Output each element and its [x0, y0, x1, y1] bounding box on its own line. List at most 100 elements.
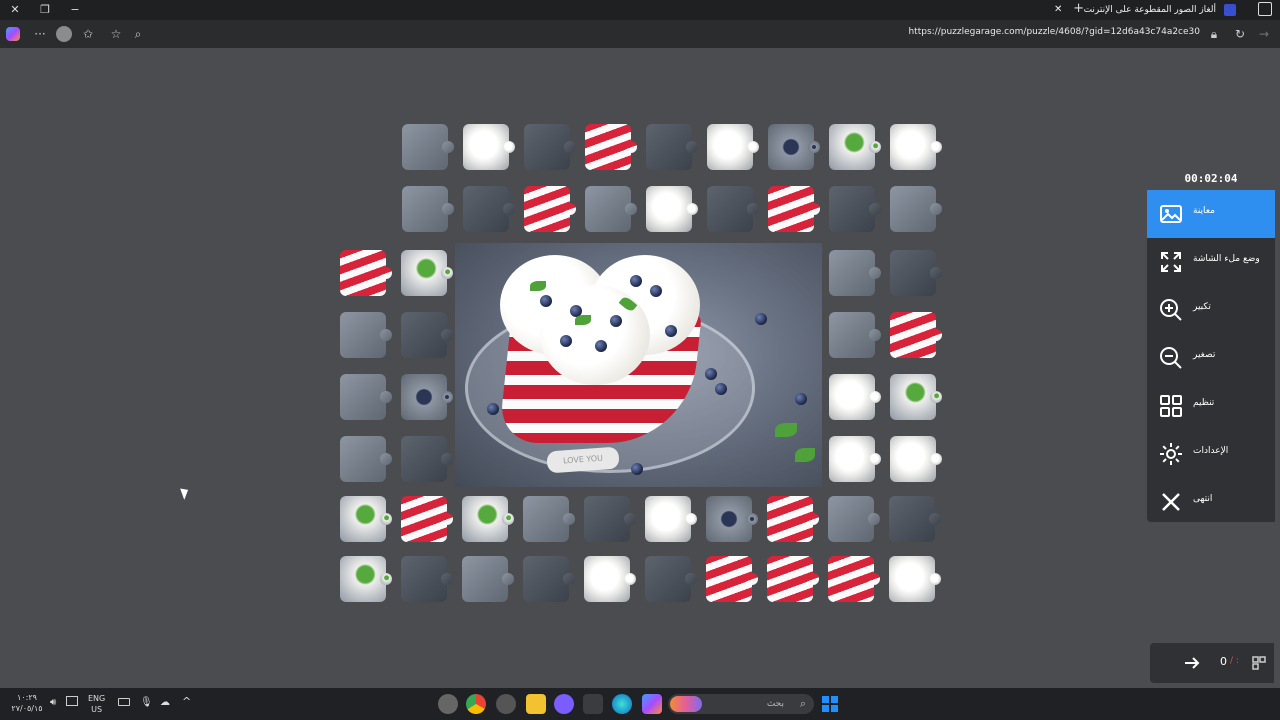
puzzle-piece[interactable] [584, 496, 636, 542]
puzzle-piece[interactable] [340, 436, 392, 482]
puzzle-piece[interactable] [890, 436, 942, 482]
puzzle-piece[interactable] [889, 496, 941, 542]
window-restore-icon[interactable]: ❐ [36, 2, 54, 18]
puzzle-piece[interactable] [462, 496, 514, 542]
puzzle-piece[interactable] [340, 250, 392, 296]
puzzle-piece[interactable] [646, 186, 698, 232]
puzzle-piece[interactable] [707, 186, 759, 232]
url-text[interactable]: https://puzzlegarage.com/puzzle/4608/?gi… [908, 27, 1200, 37]
microphone-icon[interactable]: 🎙︎ [140, 697, 153, 708]
windows-start-icon[interactable] [820, 694, 840, 714]
refresh-icon[interactable]: ↻ [1232, 26, 1248, 42]
puzzle-piece[interactable] [829, 250, 881, 296]
puzzle-piece[interactable] [889, 556, 941, 602]
cloud-icon[interactable]: ☁ [160, 697, 170, 708]
pieces-icon[interactable] [1252, 656, 1266, 670]
chevron-up-icon[interactable]: ^ [182, 695, 191, 708]
chrome-icon[interactable] [466, 694, 486, 714]
search-icon[interactable]: ⌕ [130, 26, 146, 42]
puzzle-piece[interactable] [584, 556, 636, 602]
tab-close-icon[interactable]: ✕ [1054, 1, 1062, 19]
puzzle-piece[interactable] [340, 496, 392, 542]
puzzle-piece[interactable] [463, 124, 515, 170]
clock-time: ١٠:٢٩ [17, 693, 37, 702]
puzzle-piece[interactable] [890, 186, 942, 232]
search-highlight-icon [670, 696, 702, 712]
puzzle-piece[interactable] [524, 124, 576, 170]
arrange-button[interactable]: تنظيم [1147, 382, 1275, 430]
more-options-icon[interactable]: ··· [32, 26, 48, 42]
puzzle-piece[interactable] [828, 496, 880, 542]
puzzle-piece[interactable] [768, 186, 820, 232]
browser-tab[interactable]: ✕ ألغاز الصور المقطوعة على الإنترنت [1048, 1, 1238, 19]
store-icon[interactable] [583, 694, 603, 714]
language-indicator[interactable]: ENG US [88, 693, 105, 715]
edge-icon[interactable] [612, 694, 632, 714]
puzzle-piece[interactable] [829, 312, 881, 358]
puzzle-piece[interactable] [401, 436, 453, 482]
fullscreen-button[interactable]: وضع ملء الشاشة [1147, 238, 1275, 286]
puzzle-piece[interactable] [768, 124, 820, 170]
grid-icon [1160, 395, 1182, 417]
puzzle-piece[interactable] [890, 312, 942, 358]
puzzle-piece[interactable] [585, 124, 637, 170]
puzzle-piece[interactable] [340, 312, 392, 358]
app-icon[interactable] [496, 694, 516, 714]
puzzle-piece[interactable] [706, 556, 758, 602]
copilot-icon[interactable] [6, 27, 20, 41]
puzzle-piece[interactable] [402, 124, 454, 170]
file-explorer-icon[interactable] [526, 694, 546, 714]
profile-avatar[interactable] [56, 26, 72, 42]
puzzle-piece[interactable] [462, 556, 514, 602]
favorite-star-icon[interactable]: ☆ [108, 26, 124, 42]
finish-button[interactable]: انتهى [1147, 478, 1275, 526]
puzzle-piece[interactable] [706, 496, 758, 542]
puzzle-piece[interactable] [645, 556, 697, 602]
tab-favicon-icon [1224, 4, 1236, 16]
puzzle-piece[interactable] [829, 436, 881, 482]
settings-app-icon[interactable] [438, 694, 458, 714]
puzzle-piece[interactable] [828, 556, 880, 602]
puzzle-piece[interactable] [829, 124, 881, 170]
puzzle-piece[interactable] [646, 124, 698, 170]
puzzle-piece[interactable] [524, 186, 576, 232]
settings-button[interactable]: الإعدادات [1147, 430, 1275, 478]
puzzle-piece[interactable] [645, 496, 697, 542]
volume-icon[interactable]: 🔊︎ [50, 697, 56, 708]
puzzle-piece[interactable] [523, 496, 575, 542]
preview-button[interactable]: معاينة [1147, 190, 1275, 238]
window-close-icon[interactable]: ✕ [6, 2, 24, 18]
taskbar-search[interactable]: بحث ⌕ [668, 694, 814, 714]
puzzle-piece[interactable] [402, 186, 454, 232]
puzzle-piece[interactable] [401, 496, 453, 542]
puzzle-piece[interactable] [340, 556, 392, 602]
puzzle-piece[interactable] [767, 496, 819, 542]
puzzle-piece[interactable] [340, 374, 392, 420]
puzzle-piece[interactable] [707, 124, 759, 170]
puzzle-piece[interactable] [829, 374, 881, 420]
puzzle-piece[interactable] [890, 250, 942, 296]
puzzle-piece[interactable] [523, 556, 575, 602]
puzzle-piece[interactable] [585, 186, 637, 232]
display-icon[interactable] [66, 696, 78, 706]
copilot-app-icon[interactable] [642, 694, 662, 714]
puzzle-piece[interactable] [401, 374, 453, 420]
arrow-right-icon[interactable] [1184, 655, 1200, 671]
clock[interactable]: ١٠:٢٩ ٢٧/٠٥/١٥ [10, 692, 44, 714]
puzzle-piece[interactable] [401, 250, 453, 296]
puzzle-piece[interactable] [401, 556, 453, 602]
zoom-in-button[interactable]: تكبير [1147, 286, 1275, 334]
puzzle-piece[interactable] [401, 312, 453, 358]
puzzle-piece[interactable] [829, 186, 881, 232]
forward-icon[interactable]: → [1256, 26, 1272, 42]
puzzle-piece[interactable] [463, 186, 515, 232]
tab-actions-icon[interactable] [1258, 2, 1272, 16]
puzzle-piece[interactable] [890, 374, 942, 420]
chat-app-icon[interactable] [554, 694, 574, 714]
zoom-out-button[interactable]: تصغير [1147, 334, 1275, 382]
keyboard-icon[interactable] [118, 698, 130, 706]
puzzle-piece[interactable] [890, 124, 942, 170]
window-minimize-icon[interactable]: − [66, 2, 84, 18]
collections-icon[interactable]: ✩ [80, 26, 96, 42]
puzzle-piece[interactable] [767, 556, 819, 602]
